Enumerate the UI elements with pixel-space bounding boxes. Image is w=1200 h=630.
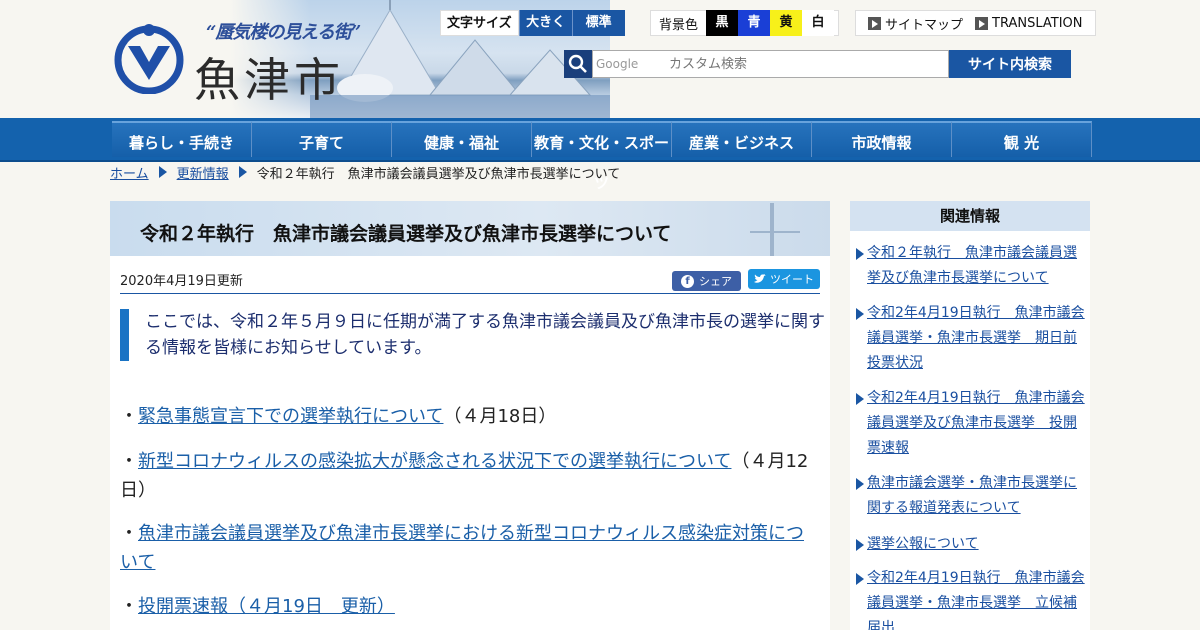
bg-black-button[interactable]: 黒 bbox=[706, 10, 739, 36]
bullet: ・ bbox=[120, 596, 138, 617]
sidebar-link[interactable]: 令和2年4月19日執行 魚津市議会議員選挙・魚津市長選挙 立候補届出 bbox=[867, 566, 1088, 630]
background-color-controls: 背景色 黒 青 黄 白 bbox=[650, 10, 840, 36]
nav-item-health-welfare[interactable]: 健康・福祉 bbox=[392, 121, 532, 157]
sidebar-item: 令和2年4月19日執行 魚津市議会議員選挙及び魚津市長選挙 投開票速報 bbox=[856, 386, 1088, 461]
font-size-controls: 文字サイズ 大きく 標準 bbox=[440, 10, 625, 36]
related-info-sidebar: 関連情報 令和２年執行 魚津市議会議員選挙及び魚津市長選挙について 令和2年4月… bbox=[850, 201, 1090, 630]
google-label: Google bbox=[596, 57, 639, 71]
font-size-standard-button[interactable]: 標準 bbox=[571, 10, 625, 36]
site-search: Google サイト内検索 bbox=[564, 50, 1071, 78]
arrow-right-icon bbox=[856, 478, 864, 490]
arrow-right-icon bbox=[856, 308, 864, 320]
list-item: ・投開票速報（４月19日 更新） bbox=[120, 592, 820, 621]
breadcrumb-current: 令和２年執行 魚津市議会議員選挙及び魚津市長選挙について bbox=[256, 166, 621, 182]
font-size-large-button[interactable]: 大きく bbox=[518, 10, 572, 36]
bg-yellow-button[interactable]: 黄 bbox=[770, 10, 803, 36]
title-bar: 令和２年執行 魚津市議会議員選挙及び魚津市長選挙について bbox=[110, 201, 830, 256]
list-item: ・魚津市議会議員選挙及び魚津市長選挙における新型コロナウィルス感染症対策について bbox=[120, 519, 820, 577]
nav-item-education-culture[interactable]: 教育・文化・スポーツ bbox=[532, 121, 672, 192]
city-slogan: “蜃気楼の見える街” bbox=[206, 22, 361, 43]
search-icon bbox=[564, 50, 592, 78]
covid-election-link[interactable]: 新型コロナウィルスの感染拡大が懸念される状況下での選挙執行について bbox=[138, 451, 731, 472]
city-name-logo[interactable]: 魚津市 bbox=[194, 44, 344, 110]
tweet-label: ツイート bbox=[770, 273, 814, 286]
sitemap-link[interactable]: サイトマップ bbox=[868, 14, 963, 33]
sidebar-link[interactable]: 魚津市議会選挙・魚津市長選挙に関する報道発表について bbox=[867, 471, 1088, 521]
arrow-right-icon bbox=[856, 248, 864, 260]
covid-measures-link[interactable]: 魚津市議会議員選挙及び魚津市長選挙における新型コロナウィルス感染症対策について bbox=[120, 523, 804, 573]
sidebar-item: 魚津市議会選挙・魚津市長選挙に関する報道発表について bbox=[856, 471, 1088, 521]
translation-label: TRANSLATION bbox=[992, 15, 1083, 31]
share-label: シェア bbox=[699, 275, 732, 288]
arrow-right-icon bbox=[856, 539, 864, 551]
sidebar-heading: 関連情報 bbox=[850, 201, 1090, 231]
arrow-right-icon bbox=[856, 393, 864, 405]
tower-decoration bbox=[750, 231, 800, 233]
tower-decoration bbox=[770, 203, 774, 256]
sidebar-link[interactable]: 選挙公報について bbox=[867, 532, 979, 557]
search-input[interactable] bbox=[592, 50, 949, 78]
nav-item-living[interactable]: 暮らし・手続き bbox=[112, 121, 252, 157]
item-note: （４月18日） bbox=[443, 406, 557, 427]
bullet: ・ bbox=[120, 523, 138, 544]
bg-blue-button[interactable]: 青 bbox=[738, 10, 771, 36]
arrow-right-icon bbox=[868, 16, 881, 30]
city-emblem-logo[interactable] bbox=[114, 22, 184, 94]
sidebar-item: 令和2年4月19日執行 魚津市議会議員選挙・魚津市長選挙 立候補届出 bbox=[856, 566, 1088, 630]
nav-item-city-government[interactable]: 市政情報 bbox=[812, 121, 952, 157]
bg-white-button[interactable]: 白 bbox=[802, 10, 835, 36]
site-header: “蜃気楼の見える街” 魚津市 文字サイズ 大きく 標準 背景色 黒 青 黄 白 … bbox=[0, 0, 1200, 118]
nav-item-childcare[interactable]: 子育て bbox=[252, 121, 392, 157]
list-item: ・新型コロナウィルスの感染拡大が懸念される状況下での選挙執行について（４月12日… bbox=[120, 447, 820, 505]
arrow-right-icon bbox=[856, 573, 864, 585]
arrow-right-icon bbox=[975, 16, 989, 30]
emergency-declaration-link[interactable]: 緊急事態宣言下での選挙執行について bbox=[138, 406, 443, 427]
facebook-icon: f bbox=[681, 274, 694, 288]
nav-item-tourism[interactable]: 観 光 bbox=[952, 121, 1092, 157]
intro-text: ここでは、令和２年５月９日に任期が満了する魚津市議会議員及び魚津市長の選挙に関す… bbox=[120, 309, 825, 361]
site-search-button[interactable]: サイト内検索 bbox=[949, 50, 1071, 78]
list-item: ・緊急事態宣言下での選挙執行について（４月18日） bbox=[120, 402, 820, 431]
header-links: サイトマップ TRANSLATION bbox=[855, 10, 1096, 36]
sidebar-item: 令和2年4月19日執行 魚津市議会議員選挙・魚津市長選挙 期日前投票状況 bbox=[856, 301, 1088, 376]
sidebar-item: 選挙公報について bbox=[856, 532, 1088, 557]
bullet: ・ bbox=[120, 451, 138, 472]
global-nav: 暮らし・手続き 子育て 健康・福祉 教育・文化・スポーツ 産業・ビジネス 市政情… bbox=[0, 118, 1200, 192]
sidebar-item: 令和２年執行 魚津市議会議員選挙及び魚津市長選挙について bbox=[856, 241, 1088, 291]
divider bbox=[120, 293, 820, 294]
breadcrumb-updates[interactable]: 更新情報 bbox=[177, 163, 229, 182]
updated-date: 2020年4月19日更新 bbox=[120, 274, 243, 289]
bullet: ・ bbox=[120, 406, 138, 427]
background-color-label: 背景色 bbox=[659, 17, 699, 33]
sidebar-link[interactable]: 令和2年4月19日執行 魚津市議会議員選挙・魚津市長選挙 期日前投票状況 bbox=[867, 301, 1088, 376]
facebook-share-button[interactable]: f シェア bbox=[672, 271, 741, 291]
vote-results-link[interactable]: 投開票速報（４月19日 更新） bbox=[138, 596, 395, 617]
twitter-bird-icon bbox=[754, 274, 766, 283]
font-size-label: 文字サイズ bbox=[440, 10, 519, 36]
sidebar-link[interactable]: 令和2年4月19日執行 魚津市議会議員選挙及び魚津市長選挙 投開票速報 bbox=[867, 386, 1088, 461]
main-content: 令和２年執行 魚津市議会議員選挙及び魚津市長選挙について 2020年4月19日更… bbox=[110, 201, 830, 630]
translation-link[interactable]: TRANSLATION bbox=[975, 15, 1083, 31]
breadcrumb: ホーム 更新情報 令和２年執行 魚津市議会議員選挙及び魚津市長選挙について bbox=[110, 163, 621, 182]
breadcrumb-arrow-icon bbox=[238, 166, 247, 178]
nav-item-business[interactable]: 産業・ビジネス bbox=[672, 121, 812, 157]
page-title: 令和２年執行 魚津市議会議員選挙及び魚津市長選挙について bbox=[140, 223, 672, 245]
breadcrumb-arrow-icon bbox=[158, 166, 167, 178]
sitemap-label: サイトマップ bbox=[885, 17, 964, 33]
breadcrumb-home[interactable]: ホーム bbox=[110, 163, 149, 182]
sidebar-link[interactable]: 令和２年執行 魚津市議会議員選挙及び魚津市長選挙について bbox=[867, 241, 1088, 291]
tweet-button[interactable]: ツイート bbox=[748, 269, 820, 289]
